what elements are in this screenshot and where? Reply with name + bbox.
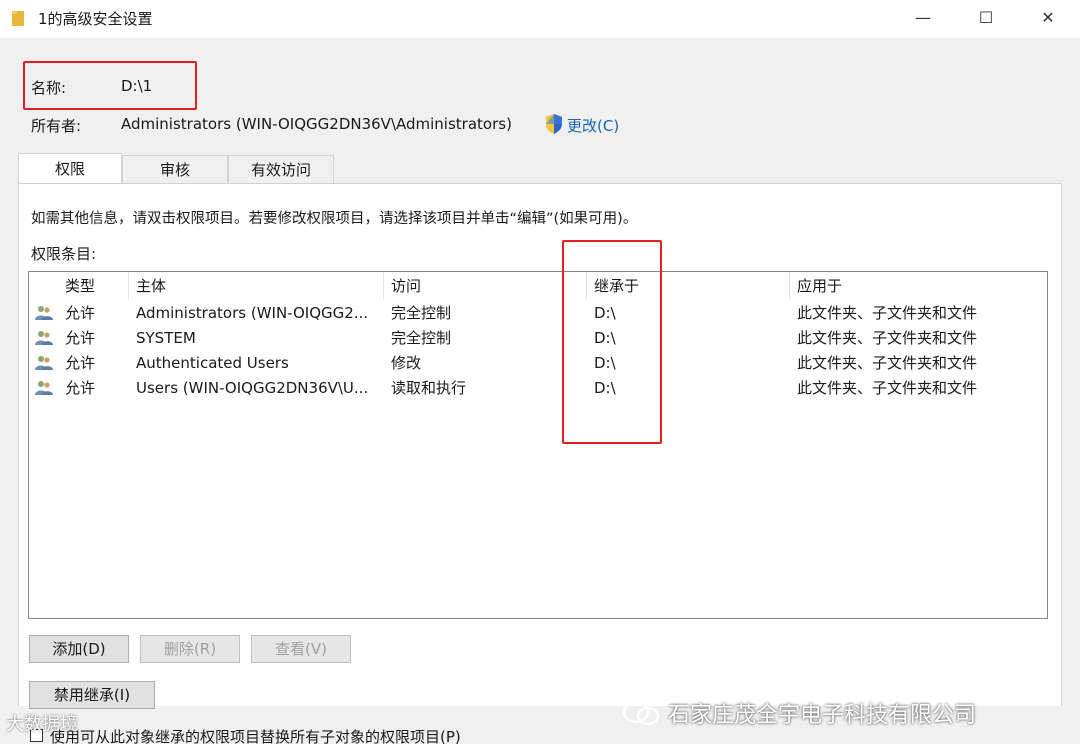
column-divider[interactable] — [128, 272, 129, 300]
change-owner-link[interactable]: 更改(C) — [567, 115, 619, 136]
users-icon — [35, 306, 53, 320]
cell-access: 完全控制 — [391, 329, 452, 347]
table-row[interactable]: 允许 Authenticated Users 修改 D:\ 此文件夹、子文件夹和… — [29, 351, 1047, 376]
entries-label: 权限条目: — [31, 245, 97, 263]
owner-label: 所有者: — [31, 117, 82, 135]
column-header-applies-to[interactable]: 应用于 — [797, 272, 842, 300]
table-row[interactable]: 允许 SYSTEM 完全控制 D:\ 此文件夹、子文件夹和文件 — [29, 326, 1047, 351]
users-icon — [35, 356, 53, 370]
cell-access: 读取和执行 — [391, 379, 467, 397]
cell-principal: Users (WIN-OIQGG2DN36V\U... — [136, 379, 369, 397]
minimize-button[interactable]: — — [895, 0, 951, 38]
folder-icon — [12, 11, 24, 26]
channel-watermark: 大数据境 — [6, 714, 78, 735]
tab-permissions[interactable]: 权限 — [18, 153, 122, 183]
cell-access: 完全控制 — [391, 304, 452, 322]
permission-entries-list[interactable]: 类型 主体 访问 继承于 应用于 允许 Administrators (WIN-… — [28, 271, 1048, 619]
cell-type: 允许 — [65, 329, 96, 347]
wechat-logo-icon — [622, 700, 660, 726]
cell-applies-to: 此文件夹、子文件夹和文件 — [797, 354, 978, 372]
highlight-box-name — [23, 61, 197, 110]
tab-auditing[interactable]: 审核 — [122, 155, 228, 183]
cell-applies-to: 此文件夹、子文件夹和文件 — [797, 304, 978, 322]
owner-value: Administrators (WIN-OIQGG2DN36V\Administ… — [121, 115, 512, 133]
cell-applies-to: 此文件夹、子文件夹和文件 — [797, 329, 978, 347]
uac-shield-icon — [546, 114, 562, 134]
cell-principal: SYSTEM — [136, 329, 196, 347]
remove-button[interactable]: 删除(R) — [140, 635, 240, 663]
column-header-principal[interactable]: 主体 — [136, 272, 166, 300]
column-header-type[interactable]: 类型 — [65, 272, 95, 300]
company-watermark: 石家庄茂全宇电子科技有限公司 — [668, 703, 977, 728]
cell-principal: Administrators (WIN-OIQGG2... — [136, 304, 369, 322]
cell-type: 允许 — [65, 304, 96, 322]
column-header-access[interactable]: 访问 — [391, 272, 421, 300]
cell-applies-to: 此文件夹、子文件夹和文件 — [797, 379, 978, 397]
users-icon — [35, 331, 53, 345]
users-icon — [35, 381, 53, 395]
title-bar: 1的高级安全设置 — ☐ ✕ — [0, 0, 1080, 38]
cell-principal: Authenticated Users — [136, 354, 289, 372]
cell-access: 修改 — [391, 354, 422, 372]
add-button[interactable]: 添加(D) — [29, 635, 129, 663]
close-button[interactable]: ✕ — [1020, 0, 1076, 38]
tab-effective-access[interactable]: 有效访问 — [228, 155, 334, 183]
table-row[interactable]: 允许 Administrators (WIN-OIQGG2... 完全控制 D:… — [29, 301, 1047, 326]
cell-type: 允许 — [65, 354, 96, 372]
permissions-hint: 如需其他信息，请双击权限项目。若要修改权限项目，请选择该项目并单击“编辑”(如果… — [31, 211, 638, 227]
disable-inheritance-button[interactable]: 禁用继承(I) — [29, 681, 155, 709]
table-row[interactable]: 允许 Users (WIN-OIQGG2DN36V\U... 读取和执行 D:\… — [29, 376, 1047, 401]
window-title: 1的高级安全设置 — [38, 10, 153, 28]
maximize-button[interactable]: ☐ — [958, 0, 1014, 38]
column-divider[interactable] — [789, 272, 790, 300]
column-divider[interactable] — [383, 272, 384, 300]
view-button[interactable]: 查看(V) — [251, 635, 351, 663]
highlight-box-inherited — [562, 240, 662, 444]
cell-type: 允许 — [65, 379, 96, 397]
